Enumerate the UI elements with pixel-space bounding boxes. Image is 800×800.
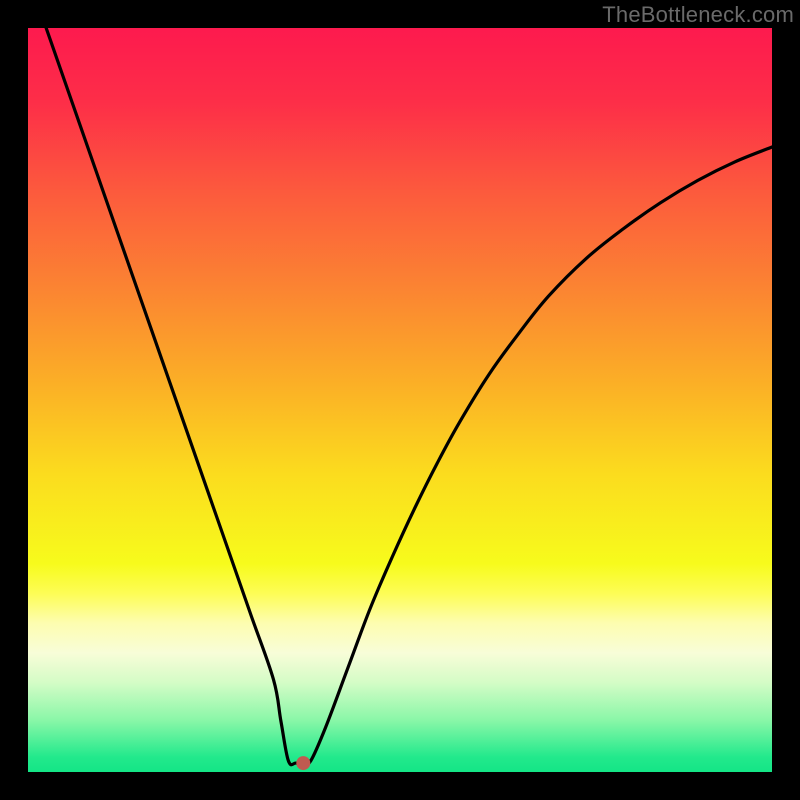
watermark-text: TheBottleneck.com: [602, 2, 794, 28]
optimal-point-marker: [296, 756, 310, 770]
plot-area: [28, 28, 772, 772]
chart-container: TheBottleneck.com: [0, 0, 800, 800]
bottleneck-curve: [28, 28, 772, 765]
curve-layer: [28, 28, 772, 772]
